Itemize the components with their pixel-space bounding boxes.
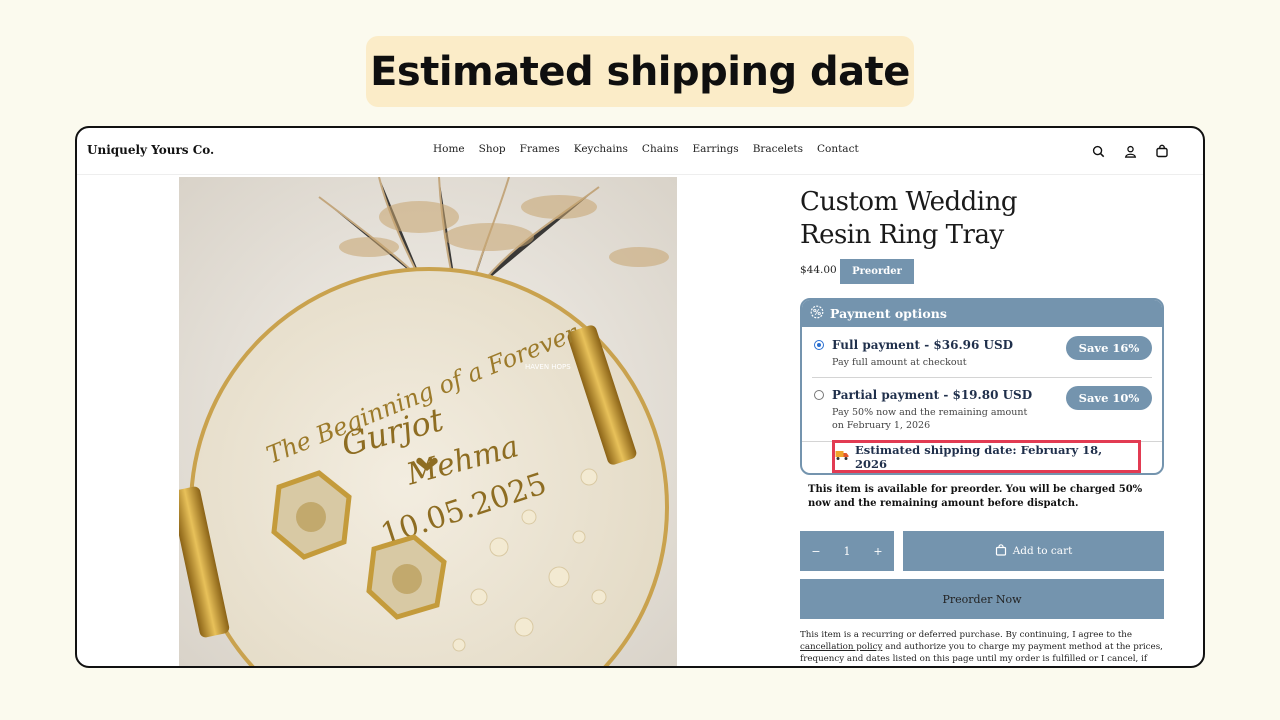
cancellation-policy-link[interactable]: cancellation policy bbox=[800, 642, 882, 652]
quantity-stepper: − 1 + bbox=[800, 531, 894, 571]
save-badge: Save 10% bbox=[1066, 386, 1152, 410]
radio-full-payment[interactable] bbox=[814, 340, 824, 350]
legal-text-1: This item is a recurring or deferred pur… bbox=[800, 630, 1133, 640]
payment-option-partial[interactable]: Partial payment - $19.80 USD Pay 50% now… bbox=[812, 386, 1152, 442]
banner: Estimated shipping date bbox=[366, 36, 914, 107]
nav-chains[interactable]: Chains bbox=[642, 143, 679, 155]
account-icon[interactable] bbox=[1121, 142, 1139, 160]
nav-keychains[interactable]: Keychains bbox=[574, 143, 628, 155]
payment-options-title: Payment options bbox=[830, 306, 947, 321]
add-to-cart-button[interactable]: Add to cart bbox=[903, 531, 1164, 571]
radio-partial-payment[interactable] bbox=[814, 390, 824, 400]
add-to-cart-label: Add to cart bbox=[1012, 545, 1073, 557]
increase-quantity-button[interactable]: + bbox=[873, 545, 882, 558]
product-title: Custom Wedding Resin Ring Tray bbox=[800, 186, 1100, 252]
legal-disclaimer: This item is a recurring or deferred pur… bbox=[800, 629, 1164, 666]
truck-icon bbox=[835, 450, 849, 464]
brand-logo[interactable]: Uniquely Yours Co. bbox=[87, 143, 214, 157]
option-description: Pay 50% now and the remaining amount on … bbox=[832, 407, 1028, 431]
preorder-badge: Preorder bbox=[840, 259, 914, 284]
cart-add-icon bbox=[995, 543, 1007, 559]
preorder-notice: This item is available for preorder. You… bbox=[808, 484, 1143, 509]
header-icons bbox=[1089, 142, 1171, 160]
nav-frames[interactable]: Frames bbox=[520, 143, 560, 155]
search-icon[interactable] bbox=[1089, 142, 1107, 160]
payment-options-header: % Payment options bbox=[802, 300, 1162, 327]
nav-contact[interactable]: Contact bbox=[817, 143, 859, 155]
cart-icon[interactable] bbox=[1153, 142, 1171, 160]
save-badge: Save 16% bbox=[1066, 336, 1152, 360]
nav-home[interactable]: Home bbox=[433, 143, 465, 155]
nav-earrings[interactable]: Earrings bbox=[692, 143, 738, 155]
product-image[interactable]: The Beginning of a Forever Gurjot Mehma … bbox=[179, 177, 677, 666]
option-description: Pay full amount at checkout bbox=[832, 357, 967, 368]
payment-options-panel: % Payment options Full payment - $36.96 … bbox=[800, 298, 1164, 475]
svg-text:%: % bbox=[813, 308, 821, 317]
payment-option-full[interactable]: Full payment - $36.96 USD Pay full amoun… bbox=[812, 336, 1152, 378]
payment-options-icon: % bbox=[810, 305, 824, 322]
banner-title: Estimated shipping date bbox=[370, 48, 910, 95]
site-header: Uniquely Yours Co. Home Shop Frames Keyc… bbox=[77, 128, 1203, 175]
shipping-date-text: Estimated shipping date: February 18, 20… bbox=[855, 442, 1103, 471]
preorder-now-button[interactable]: Preorder Now bbox=[800, 579, 1164, 619]
main-nav: Home Shop Frames Keychains Chains Earrin… bbox=[433, 143, 873, 155]
option-title: Partial payment - $19.80 USD bbox=[832, 388, 1033, 402]
quantity-value[interactable]: 1 bbox=[843, 545, 850, 558]
store-window: Uniquely Yours Co. Home Shop Frames Keyc… bbox=[75, 126, 1205, 668]
nav-bracelets[interactable]: Bracelets bbox=[753, 143, 803, 155]
option-title: Full payment - $36.96 USD bbox=[832, 338, 1014, 352]
product-title-line-1: Custom Wedding bbox=[800, 187, 1017, 217]
product-price: $44.00 bbox=[800, 264, 837, 276]
watermark-text: HAVEN HOPS bbox=[525, 363, 571, 371]
nav-shop[interactable]: Shop bbox=[479, 143, 506, 155]
estimated-shipping-date: Estimated shipping date: February 18, 20… bbox=[832, 440, 1141, 473]
product-title-line-2: Resin Ring Tray bbox=[800, 220, 1004, 250]
decrease-quantity-button[interactable]: − bbox=[811, 545, 820, 558]
